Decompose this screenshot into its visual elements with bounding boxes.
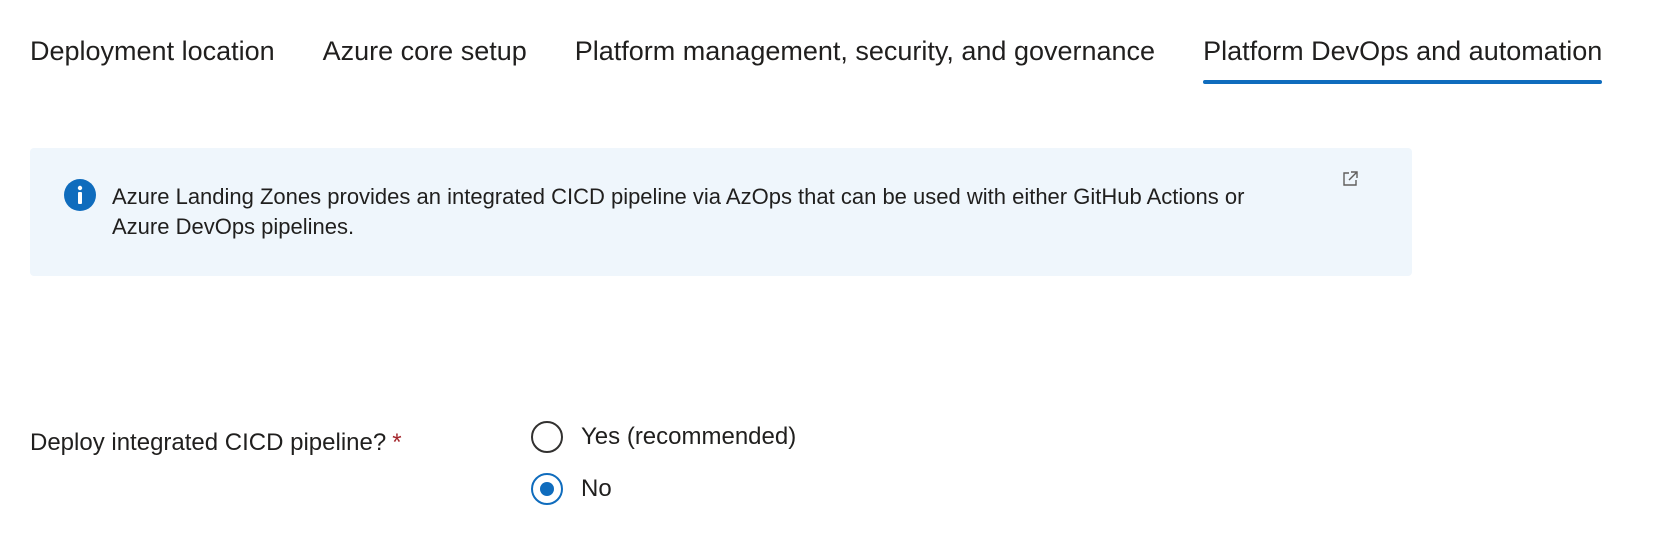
radio-option-yes[interactable]: Yes (recommended) [531, 418, 796, 456]
radio-yes-circle[interactable] [531, 421, 563, 453]
info-text: Azure Landing Zones provides an integrat… [112, 182, 1372, 242]
info-text-line-1: Azure Landing Zones provides an integrat… [112, 184, 1245, 209]
info-banner: Azure Landing Zones provides an integrat… [30, 148, 1412, 276]
radio-option-no[interactable]: No [531, 470, 796, 508]
tab-azure-core-setup[interactable]: Azure core setup [323, 0, 527, 84]
required-marker: * [392, 429, 402, 456]
radio-no-circle[interactable] [531, 473, 563, 505]
external-link-icon[interactable] [1341, 170, 1359, 188]
info-icon [64, 179, 96, 211]
cicd-field-label: Deploy integrated CICD pipeline? * [30, 428, 402, 458]
info-text-line-2: Azure DevOps pipelines. [112, 214, 355, 239]
cicd-radio-group: Yes (recommended) No [531, 418, 796, 522]
radio-no-label[interactable]: No [581, 474, 612, 504]
tab-platform-management[interactable]: Platform management, security, and gover… [575, 0, 1155, 84]
radio-yes-label[interactable]: Yes (recommended) [581, 422, 796, 452]
tab-deployment-location[interactable]: Deployment location [30, 0, 275, 84]
cicd-field-label-text: Deploy integrated CICD pipeline? [30, 429, 387, 456]
tab-bar: Deployment location Azure core setup Pla… [30, 0, 1650, 84]
tab-platform-devops[interactable]: Platform DevOps and automation [1203, 0, 1603, 84]
